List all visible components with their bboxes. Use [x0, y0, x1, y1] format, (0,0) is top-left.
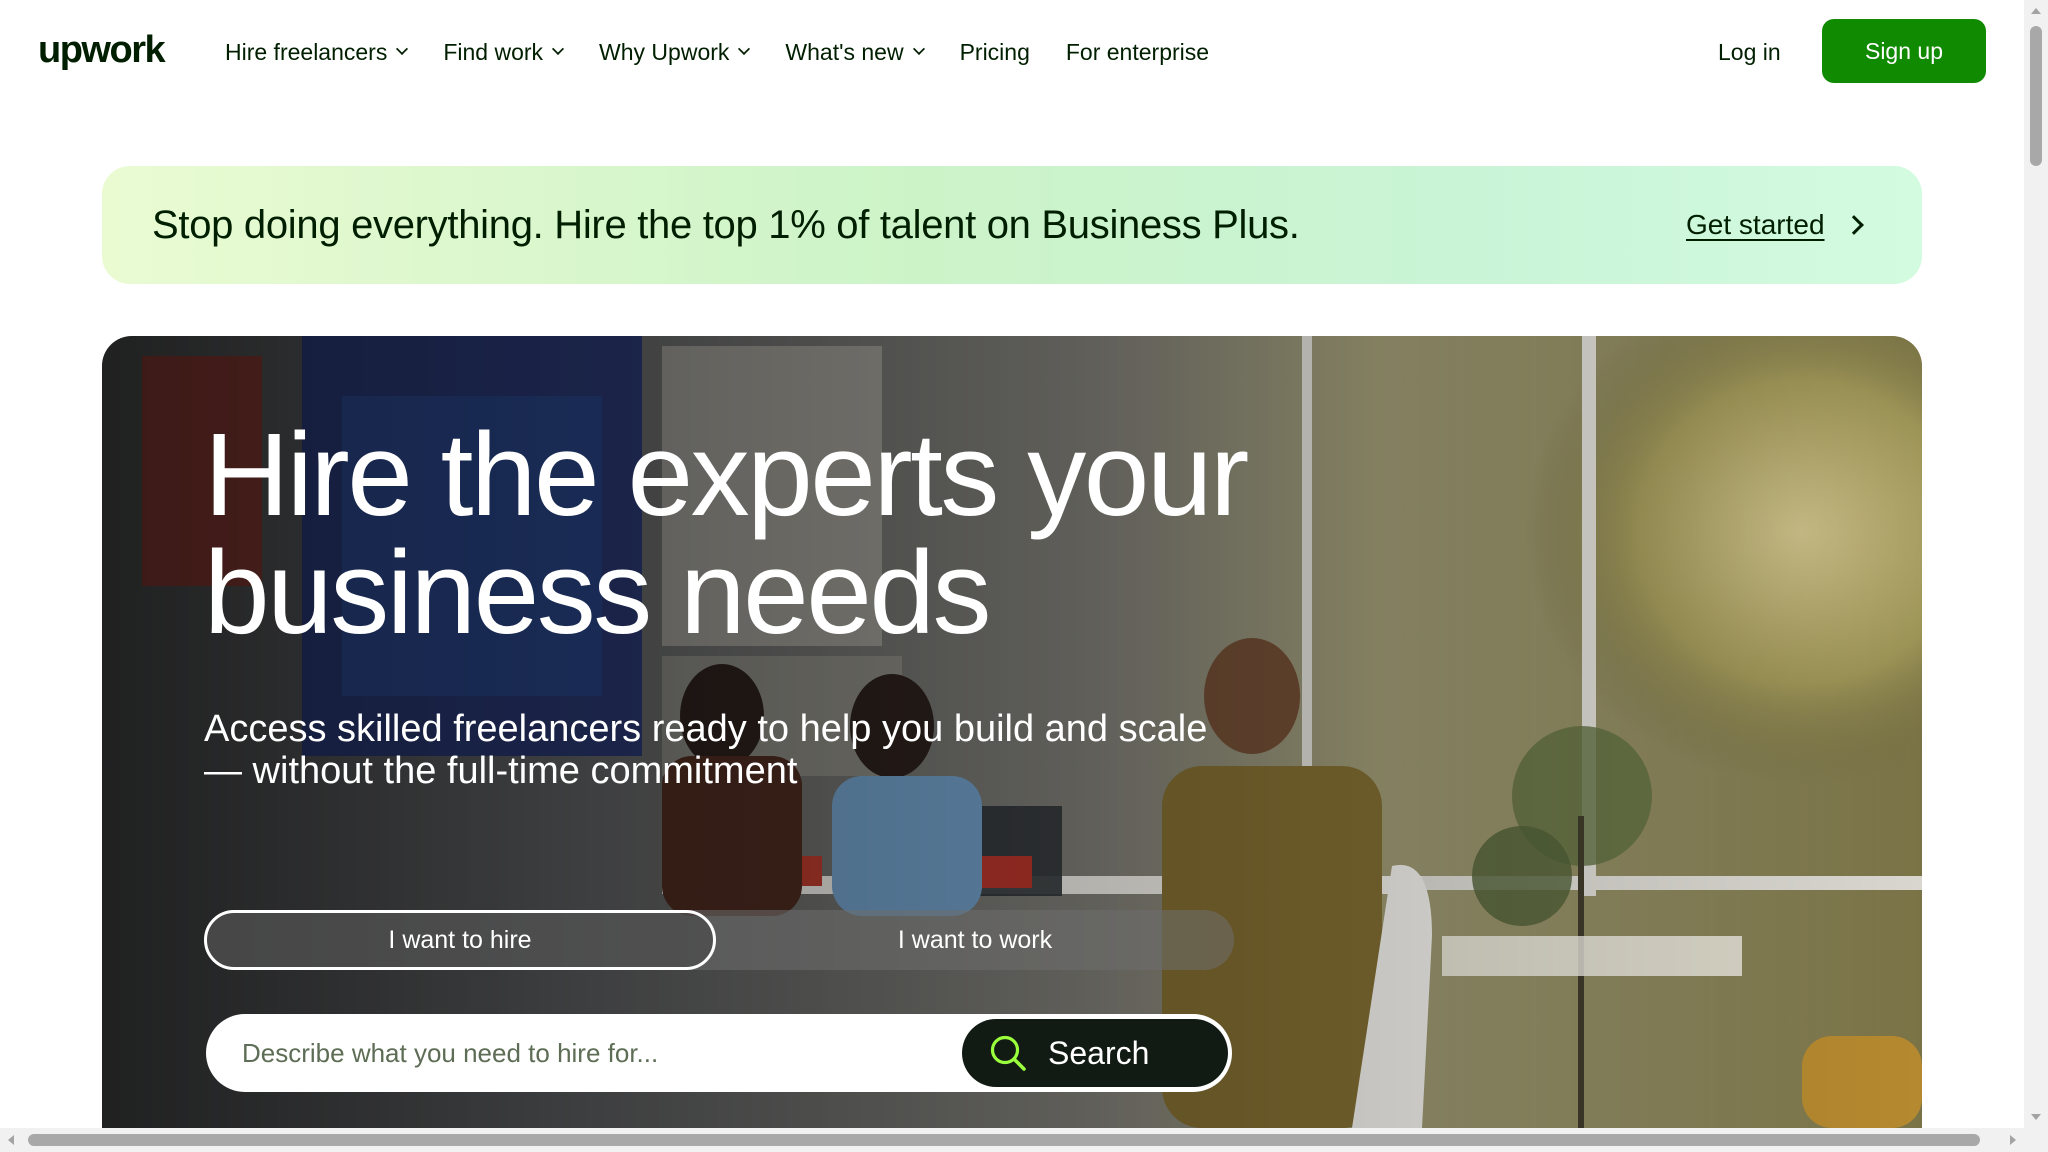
search-bar: Search [206, 1014, 1232, 1092]
toggle-option-hire[interactable]: I want to hire [204, 910, 716, 970]
chevron-down-icon [738, 42, 751, 56]
toggle-option-work[interactable]: I want to work [716, 910, 1234, 970]
signup-button[interactable]: Sign up [1822, 19, 1986, 83]
chevron-down-icon [912, 42, 925, 56]
hero-subtitle-line: — without the full-time commitment [204, 750, 798, 792]
nav-label: Why Upwork [599, 39, 730, 65]
vertical-scrollbar[interactable] [2024, 0, 2048, 1128]
search-icon [990, 1035, 1026, 1071]
chevron-right-icon [1843, 215, 1864, 235]
hero-section: Hire the experts your business needs Acc… [102, 336, 1922, 1128]
vertical-scroll-thumb[interactable] [2030, 26, 2042, 166]
nav-find-work[interactable]: Find work [443, 32, 565, 72]
login-link[interactable]: Log in [1718, 32, 1781, 72]
nav-for-enterprise[interactable]: For enterprise [1066, 32, 1209, 72]
top-navigation: upwork Hire freelancers Find work Why Up… [0, 0, 2024, 102]
hero-title-line: business needs [204, 527, 992, 659]
search-button[interactable]: Search [962, 1019, 1228, 1087]
main-nav: Hire freelancers Find work Why Upwork Wh… [225, 32, 1245, 72]
nav-whats-new[interactable]: What's new [785, 32, 925, 72]
hero-subtitle-line: Access skilled freelancers ready to help… [204, 708, 1208, 750]
horizontal-scrollbar[interactable] [0, 1128, 2048, 1152]
hero-title-line: Hire the experts your [204, 409, 1249, 541]
nav-label: Hire freelancers [225, 39, 388, 65]
nav-label: What's new [785, 39, 904, 65]
scroll-right-icon[interactable] [2010, 1135, 2016, 1145]
chevron-down-icon [396, 42, 409, 56]
get-started-label: Get started [1686, 209, 1825, 240]
nav-label: Find work [443, 39, 544, 65]
get-started-link[interactable]: Get started [1686, 166, 1864, 284]
promo-text: Stop doing everything. Hire the top 1% o… [152, 203, 1300, 247]
promo-banner: Stop doing everything. Hire the top 1% o… [102, 166, 1922, 284]
hero-subtitle: Access skilled freelancers ready to help… [204, 708, 1284, 792]
scroll-down-icon[interactable] [2031, 1114, 2041, 1120]
horizontal-scroll-thumb[interactable] [28, 1134, 1980, 1146]
upwork-logo[interactable]: upwork [38, 28, 166, 72]
search-button-label: Search [1048, 1035, 1150, 1071]
nav-why-upwork[interactable]: Why Upwork [599, 32, 751, 72]
scroll-left-icon[interactable] [8, 1135, 14, 1145]
hero-title: Hire the experts your business needs [204, 416, 1304, 652]
nav-label: For enterprise [1065, 39, 1210, 65]
nav-hire-freelancers[interactable]: Hire freelancers [225, 32, 409, 72]
nav-label: Pricing [959, 39, 1030, 65]
nav-pricing[interactable]: Pricing [960, 32, 1030, 72]
search-input[interactable] [242, 1014, 962, 1092]
hire-work-toggle: I want to hire I want to work [204, 910, 1234, 970]
scroll-up-icon[interactable] [2031, 8, 2041, 14]
chevron-down-icon [552, 42, 565, 56]
